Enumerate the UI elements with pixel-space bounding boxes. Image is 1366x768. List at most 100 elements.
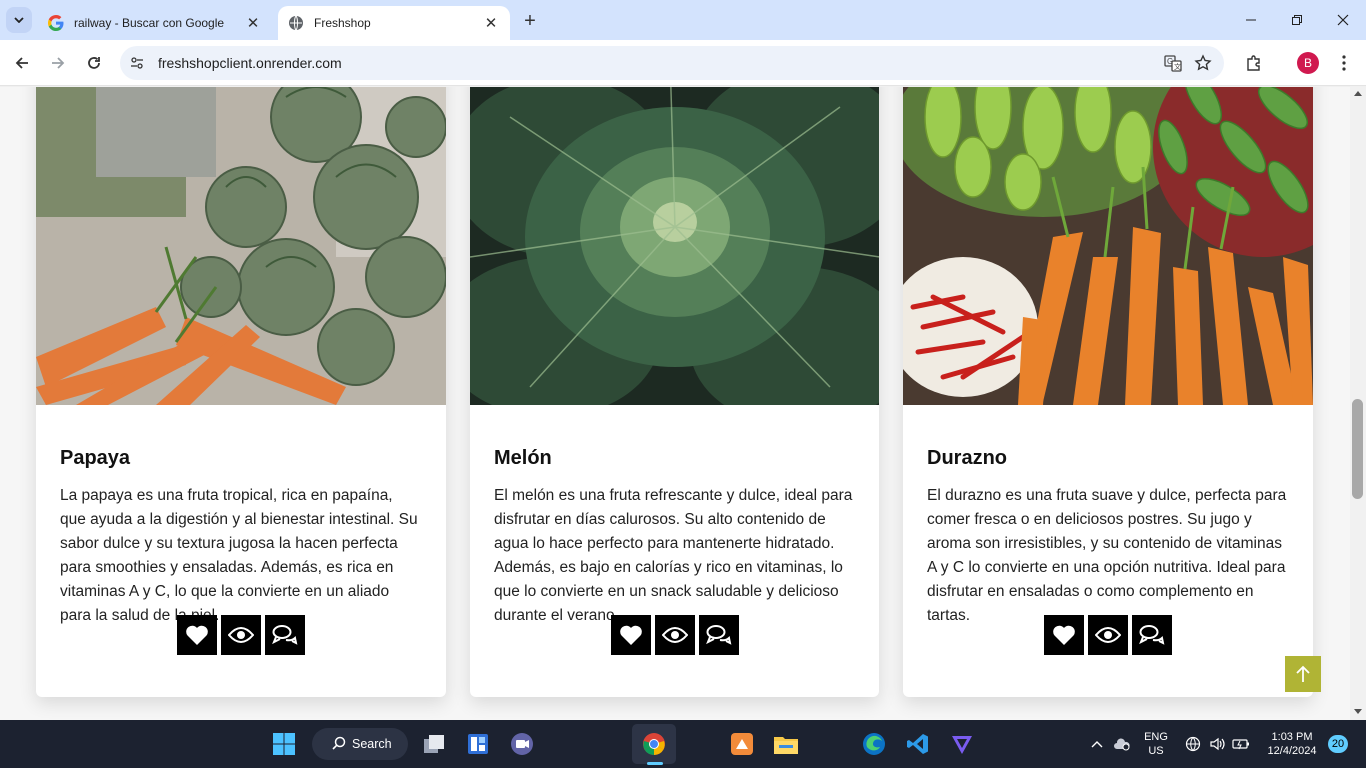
windows-taskbar: Search ENG US 1:03 PM 12/4/2024	[0, 720, 1366, 768]
comments-icon	[1139, 625, 1165, 645]
view-button[interactable]	[1088, 615, 1128, 655]
notification-badge[interactable]: 20	[1328, 735, 1348, 753]
card-actions	[36, 615, 446, 655]
page-scrollbar[interactable]	[1350, 87, 1366, 720]
comments-button[interactable]	[698, 615, 739, 655]
translate-icon[interactable]: G文	[1158, 48, 1188, 78]
minimize-button[interactable]	[1228, 0, 1274, 40]
task-view-icon[interactable]	[418, 728, 450, 760]
minimize-icon	[1246, 19, 1256, 21]
product-card: Durazno El durazno es una fruta suave y …	[903, 87, 1313, 697]
close-tab-icon[interactable]: ✕	[244, 14, 262, 32]
window-controls	[1228, 0, 1366, 40]
edge-icon[interactable]	[858, 728, 890, 760]
product-image-market-vegetables	[903, 87, 1313, 405]
product-card: Melón El melón es una fruta refrescante …	[470, 87, 879, 697]
taskbar-search[interactable]: Search	[312, 728, 408, 760]
tab-title: Freshshop	[314, 16, 371, 30]
favorite-button[interactable]	[1044, 615, 1084, 655]
eye-icon	[228, 627, 254, 643]
scroll-down-arrow-icon[interactable]	[1354, 709, 1362, 714]
eye-icon	[661, 627, 688, 643]
volume-icon[interactable]	[1206, 728, 1228, 760]
region-code: US	[1148, 745, 1164, 757]
tab-freshshop[interactable]: Freshshop ✕	[278, 6, 510, 40]
reload-button[interactable]	[81, 50, 107, 76]
vpn-app-icon[interactable]	[946, 728, 978, 760]
search-icon	[332, 736, 346, 750]
site-info-icon[interactable]	[124, 50, 150, 76]
widgets-icon[interactable]	[462, 728, 494, 760]
arrow-right-icon	[52, 57, 65, 69]
clock-date: 12/4/2024	[1267, 745, 1317, 757]
product-name: Melón	[494, 447, 552, 469]
google-icon	[48, 15, 64, 31]
view-button[interactable]	[654, 615, 695, 655]
windows-logo-icon	[273, 733, 295, 755]
restore-button[interactable]	[1274, 0, 1320, 40]
scrollbar-thumb[interactable]	[1352, 399, 1363, 499]
globe-icon	[288, 15, 304, 31]
close-tab-icon[interactable]: ✕	[482, 14, 500, 32]
clock-time: 1:03 PM	[1271, 731, 1313, 743]
file-explorer-icon[interactable]	[770, 728, 802, 760]
reload-icon	[88, 57, 100, 69]
page-viewport: Papaya La papaya es una fruta tropical, …	[0, 87, 1350, 720]
product-description: La papaya es una fruta tropical, rica en…	[60, 487, 418, 624]
start-button[interactable]	[268, 728, 300, 760]
comments-icon	[705, 625, 731, 645]
close-window-button[interactable]	[1320, 0, 1366, 40]
battery-icon[interactable]	[1230, 728, 1252, 760]
language-indicator[interactable]: ENG US	[1138, 730, 1174, 758]
tab-strip: railway - Buscar con Google ✕ Freshshop …	[0, 0, 1366, 40]
new-tab-button[interactable]: +	[518, 9, 542, 33]
product-image-artichokes-carrots	[36, 87, 446, 405]
heart-icon	[1053, 625, 1075, 645]
language-code: ENG	[1144, 731, 1168, 743]
more-vertical-icon	[1342, 55, 1346, 71]
back-button[interactable]	[9, 50, 35, 76]
app-icon-orange[interactable]	[726, 728, 758, 760]
card-actions	[470, 615, 879, 655]
product-card: Papaya La papaya es una fruta tropical, …	[36, 87, 446, 697]
teams-chat-icon[interactable]	[506, 728, 538, 760]
tray-overflow-icon[interactable]	[1086, 728, 1108, 760]
heart-icon	[619, 625, 642, 645]
puzzle-icon	[1247, 55, 1260, 71]
url-text: freshshopclient.onrender.com	[158, 55, 342, 71]
eye-icon	[1095, 627, 1121, 643]
close-icon	[1337, 14, 1349, 26]
product-name: Durazno	[927, 447, 1007, 469]
clock[interactable]: 1:03 PM 12/4/2024	[1262, 730, 1322, 758]
arrow-left-icon	[15, 57, 28, 69]
forward-button[interactable]	[45, 50, 71, 76]
profile-avatar[interactable]: B	[1297, 52, 1319, 74]
product-name: Papaya	[60, 447, 131, 469]
address-bar[interactable]: freshshopclient.onrender.com G文	[120, 46, 1224, 80]
chrome-icon[interactable]	[638, 728, 670, 760]
extensions-button[interactable]	[1241, 50, 1267, 76]
arrow-up-icon	[1296, 665, 1310, 682]
bookmark-star-icon[interactable]	[1188, 48, 1218, 78]
product-image-cabbage	[470, 87, 879, 405]
scroll-up-arrow-icon[interactable]	[1354, 91, 1362, 96]
browser-menu-button[interactable]	[1331, 50, 1357, 76]
vscode-icon[interactable]	[902, 728, 934, 760]
restore-icon	[1292, 15, 1302, 25]
tab-title: railway - Buscar con Google	[74, 16, 225, 30]
tab-search-button[interactable]	[6, 7, 32, 33]
heart-icon	[186, 625, 208, 645]
view-button[interactable]	[221, 615, 261, 655]
svg-text:文: 文	[1174, 62, 1181, 71]
comments-button[interactable]	[265, 615, 305, 655]
network-icon[interactable]	[1182, 728, 1204, 760]
card-actions	[903, 615, 1313, 655]
favorite-button[interactable]	[177, 615, 217, 655]
search-label: Search	[352, 737, 392, 751]
scroll-to-top-button[interactable]	[1285, 656, 1321, 692]
favorite-button[interactable]	[610, 615, 651, 655]
comments-button[interactable]	[1132, 615, 1172, 655]
onedrive-sync-icon[interactable]	[1110, 728, 1134, 760]
product-description: El durazno es una fruta suave y dulce, p…	[927, 487, 1287, 624]
tab-google-search[interactable]: railway - Buscar con Google ✕	[38, 6, 272, 40]
